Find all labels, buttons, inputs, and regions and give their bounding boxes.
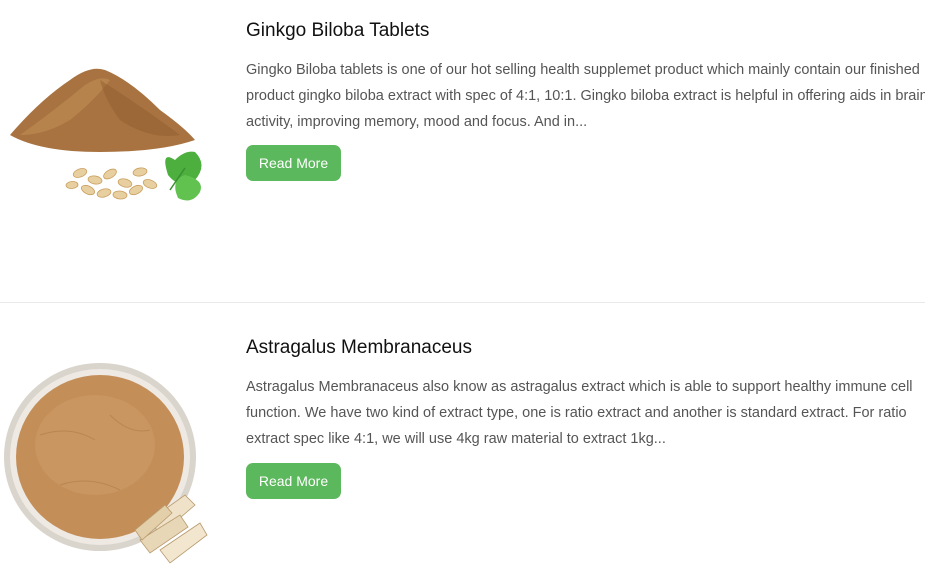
product-title[interactable]: Ginkgo Biloba Tablets [246,20,429,42]
astragalus-powder-image[interactable] [0,345,225,585]
description-line: activity, improving memory, mood and foc… [246,114,588,130]
read-more-button[interactable]: Read More [246,463,341,499]
product-card-ginkgo: Ginkgo Biloba Tablets Gingko Biloba tabl… [0,0,925,302]
ginkgo-powder-image[interactable] [0,40,225,225]
description-line: extract spec like 4:1, we will use 4kg r… [246,431,666,447]
description-line: function. We have two kind of extract ty… [246,405,907,421]
description-line: Astragalus Membranaceus also know as ast… [246,379,913,395]
product-description: Astragalus Membranaceus also know as ast… [246,374,925,452]
description-line: product gingko biloba extract with spec … [246,88,925,104]
product-description: Gingko Biloba tablets is one of our hot … [246,57,925,135]
description-line: Gingko Biloba tablets is one of our hot … [246,62,920,78]
read-more-button[interactable]: Read More [246,145,341,181]
product-title[interactable]: Astragalus Membranaceus [246,337,472,359]
product-card-astragalus: Astragalus Membranaceus Astragalus Membr… [0,303,925,583]
